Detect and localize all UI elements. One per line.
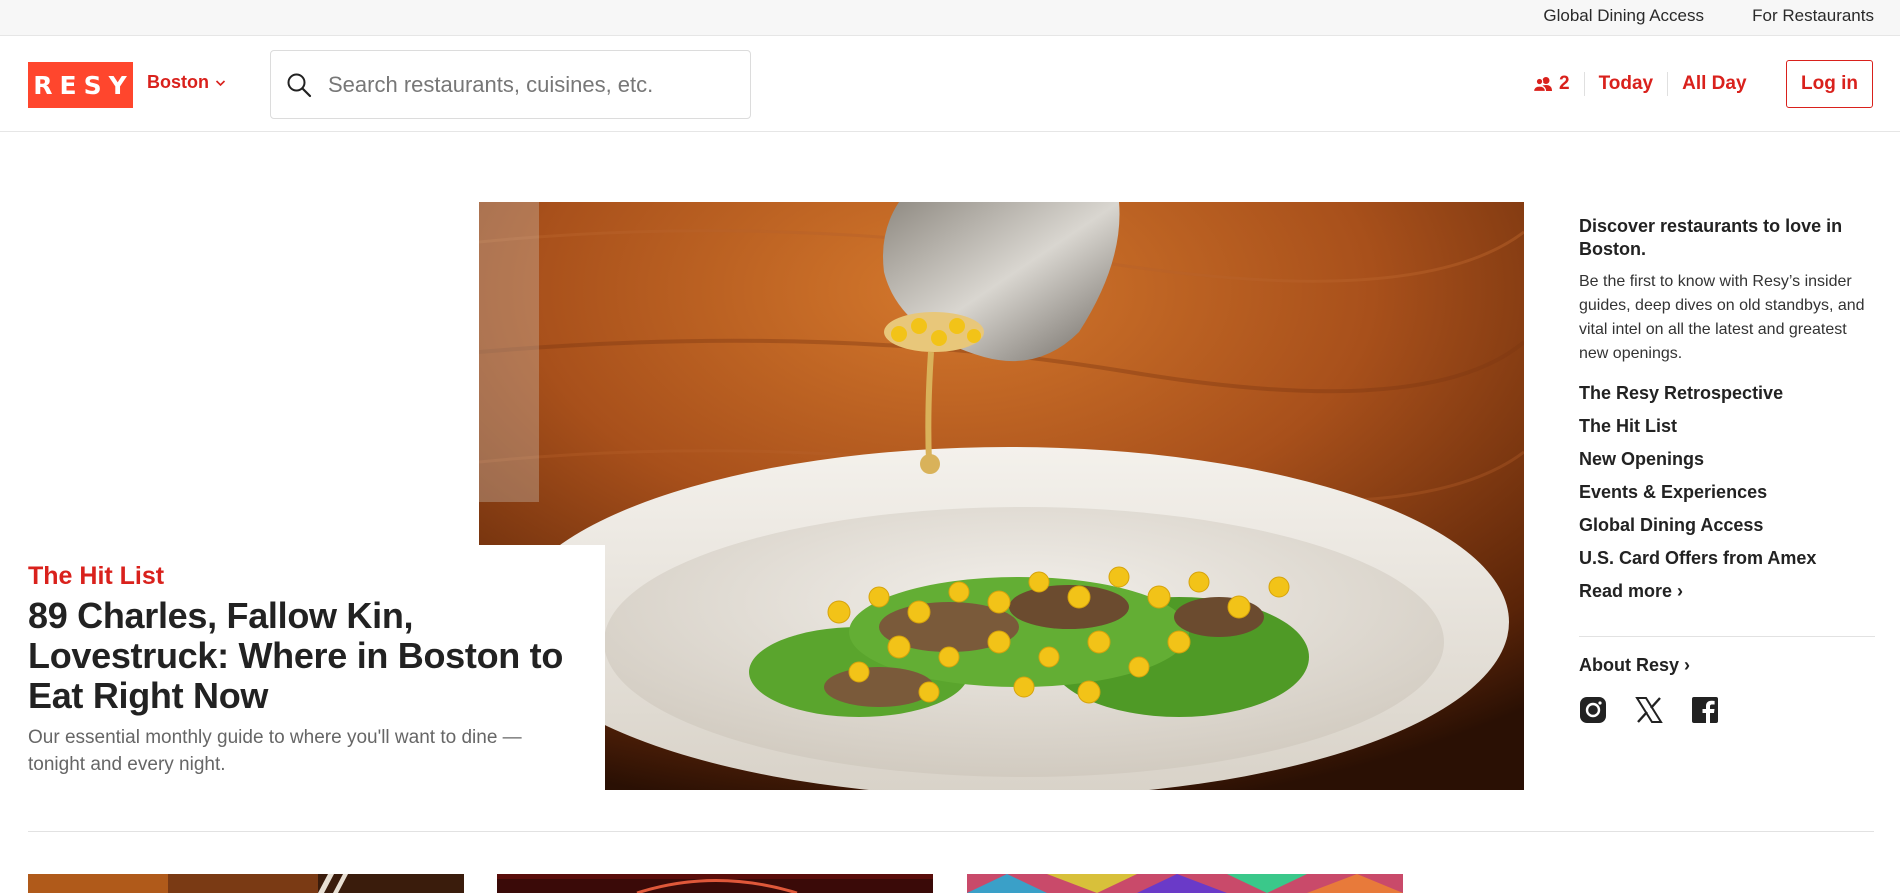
sidebar-link-global-dining[interactable]: Global Dining Access (1579, 509, 1875, 542)
sidebar-link-new-openings[interactable]: New Openings (1579, 443, 1875, 476)
sidebar-link-amex-offers[interactable]: U.S. Card Offers from Amex (1579, 542, 1875, 575)
discover-sidebar: Discover restaurants to love in Boston. … (1579, 215, 1875, 724)
divider (1667, 72, 1669, 96)
party-size-selector[interactable]: 2 (1533, 73, 1570, 95)
time-value: All Day (1682, 73, 1747, 94)
sidebar-heading: Discover restaurants to love in Boston. (1579, 216, 1843, 259)
sidebar-link-hit-list[interactable]: The Hit List (1579, 410, 1875, 443)
header: RESY Boston 2 Today All Day (0, 37, 1900, 132)
search-icon (287, 73, 312, 97)
facebook-icon[interactable] (1691, 696, 1719, 724)
chevron-down-icon (215, 79, 226, 86)
sidebar-links: The Resy Retrospective The Hit List New … (1579, 377, 1875, 608)
sidebar-divider (1579, 636, 1875, 637)
city-selector[interactable]: Boston (147, 72, 226, 93)
hero-image[interactable] (479, 202, 1524, 790)
reservation-filters: 2 Today All Day (1533, 72, 1747, 96)
sidebar-link-events[interactable]: Events & Experiences (1579, 476, 1875, 509)
article-card-image[interactable] (967, 874, 1403, 893)
sidebar-link-read-more[interactable]: Read more › (1579, 575, 1875, 608)
guests-icon (1533, 77, 1552, 92)
date-value: Today (1598, 73, 1654, 94)
hero-kicker[interactable]: The Hit List (28, 562, 164, 591)
section-divider (28, 831, 1874, 832)
utility-bar: Global Dining Access For Restaurants (0, 0, 1900, 36)
sidebar-link-resy-retrospective[interactable]: The Resy Retrospective (1579, 377, 1875, 410)
search-bar[interactable] (270, 50, 751, 119)
article-card-image[interactable] (497, 874, 933, 893)
instagram-icon[interactable] (1579, 696, 1607, 724)
for-restaurants-link[interactable]: For Restaurants (1752, 6, 1874, 26)
search-input[interactable] (328, 71, 708, 98)
x-icon[interactable] (1635, 696, 1663, 724)
hero-title[interactable]: 89 Charles, Fallow Kin, Lovestruck: Wher… (28, 596, 588, 716)
party-size-value: 2 (1559, 73, 1570, 94)
resy-logo[interactable]: RESY (28, 62, 133, 108)
date-selector[interactable]: Today (1599, 73, 1654, 95)
hero-food-illustration (479, 202, 1524, 790)
city-label: Boston (147, 72, 209, 92)
sidebar-description: Be the first to know with Resy’s insider… (1579, 273, 1865, 362)
social-links (1579, 696, 1875, 724)
hero-subtitle: Our essential monthly guide to where you… (28, 727, 522, 775)
time-selector[interactable]: All Day (1682, 73, 1746, 95)
about-resy-link[interactable]: About Resy › (1579, 655, 1875, 676)
divider (1583, 72, 1585, 96)
login-button[interactable]: Log in (1786, 60, 1873, 108)
global-dining-access-link[interactable]: Global Dining Access (1543, 6, 1704, 26)
article-card-image[interactable] (28, 874, 464, 893)
